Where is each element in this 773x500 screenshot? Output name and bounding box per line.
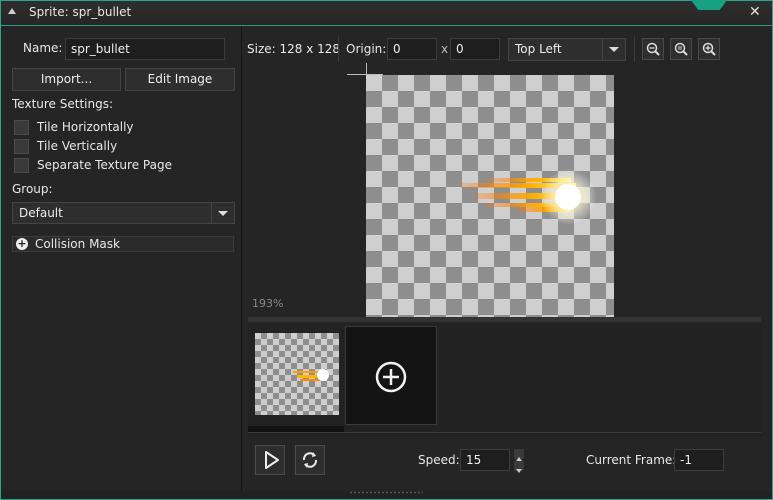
name-input[interactable]: spr_bullet (65, 38, 225, 60)
current-frame-input[interactable]: -1 (674, 449, 724, 471)
import-button[interactable]: Import... (12, 68, 121, 91)
window-title: Sprite: spr_bullet (29, 5, 132, 19)
add-circle-icon (375, 361, 407, 393)
origin-preset-dropdown[interactable]: Top Left (508, 38, 626, 61)
zoom-reset-icon (674, 42, 688, 56)
bullet-sprite-image (461, 169, 597, 225)
zoom-level-text: 193% (252, 297, 284, 310)
zoom-out-icon (646, 42, 660, 56)
frame-strip (248, 324, 761, 436)
tile-horizontally-label: Tile Horizontally (37, 120, 134, 134)
sprite-canvas[interactable] (248, 63, 761, 317)
speed-increment-button[interactable] (514, 449, 524, 461)
add-frame-button[interactable] (345, 326, 437, 425)
chevron-down-icon[interactable] (602, 39, 625, 60)
toolbar-divider (338, 36, 339, 62)
collision-mask-expander[interactable]: + Collision Mask (12, 236, 234, 252)
play-icon (265, 451, 279, 469)
toolbar-divider (634, 36, 635, 62)
tile-vertically-checkbox[interactable] (14, 139, 29, 154)
tile-vertically-label: Tile Vertically (37, 139, 118, 153)
sprite-image (366, 75, 614, 317)
speed-label: Speed: (418, 453, 460, 467)
zoom-out-button[interactable] (642, 38, 664, 60)
tile-horizontally-checkbox[interactable] (14, 120, 29, 135)
group-dropdown-value: Default (19, 206, 63, 220)
frame-thumbnail-image (293, 369, 329, 381)
separate-texture-page-checkbox[interactable] (14, 158, 29, 173)
title-bar[interactable]: Sprite: spr_bullet ✕ (1, 0, 772, 26)
current-frame-label: Current Frame: (586, 453, 677, 467)
group-dropdown[interactable]: Default (12, 202, 235, 224)
sprite-preview-panel: Size: 128 x 128 Origin: 0 x 0 Top Left 1… (242, 26, 772, 491)
origin-label: Origin: (346, 42, 387, 56)
texture-settings-heading: Texture Settings: (12, 97, 114, 111)
sprite-size-label: Size: 128 x 128 (247, 42, 341, 56)
speed-input[interactable]: 15 (460, 449, 510, 471)
collapse-triangle-icon[interactable] (8, 8, 16, 14)
frame-thumbnail[interactable] (255, 333, 339, 415)
origin-x-separator: x (441, 42, 449, 56)
plus-circle-icon[interactable]: + (16, 238, 28, 250)
frame-timeline[interactable] (248, 432, 761, 433)
chevron-down-icon[interactable] (211, 203, 234, 223)
close-icon[interactable]: ✕ (749, 4, 761, 20)
play-button[interactable] (255, 445, 285, 475)
speed-decrement-button[interactable] (514, 461, 524, 473)
title-notch-decoration (691, 0, 727, 10)
sprite-properties-panel: Name: spr_bullet Import... Edit Image Te… (1, 26, 242, 491)
name-label: Name: (23, 41, 63, 55)
chevron-down-icon (516, 469, 522, 473)
origin-y-input[interactable]: 0 (450, 38, 500, 60)
collision-mask-label: Collision Mask (35, 237, 120, 251)
resize-grip[interactable] (349, 491, 423, 494)
zoom-in-button[interactable] (698, 38, 720, 60)
origin-x-input[interactable]: 0 (387, 38, 437, 60)
origin-preset-value: Top Left (515, 42, 562, 56)
group-label: Group: (12, 182, 53, 196)
separate-texture-page-label: Separate Texture Page (37, 158, 172, 172)
edit-image-button[interactable]: Edit Image (125, 68, 235, 91)
loop-button[interactable] (295, 445, 325, 475)
sprite-editor-window: Sprite: spr_bullet ✕ Name: spr_bullet Im… (0, 0, 773, 500)
zoom-in-icon (702, 42, 716, 56)
canvas-horizontal-scrollbar[interactable] (248, 317, 761, 322)
loop-icon (302, 452, 318, 468)
zoom-reset-button[interactable] (670, 38, 692, 60)
